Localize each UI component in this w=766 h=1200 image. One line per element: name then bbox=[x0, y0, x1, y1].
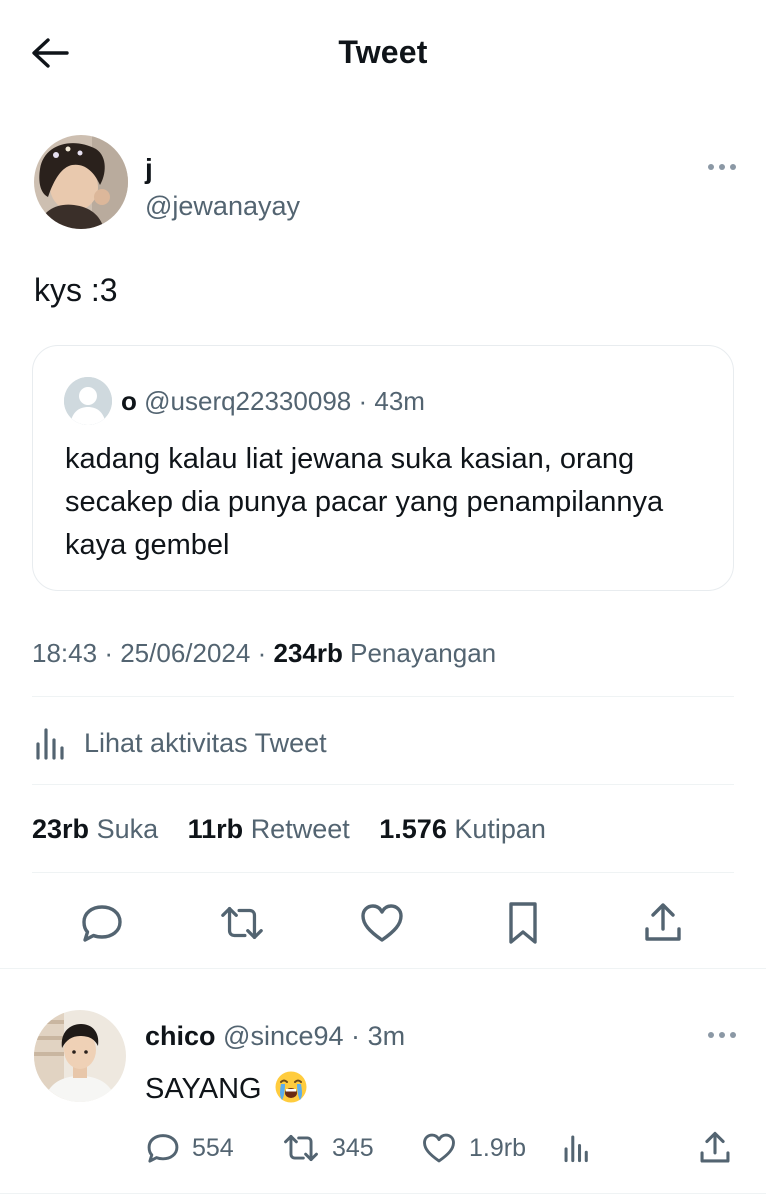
quote-text: kadang kalau liat jewana suka kasian, or… bbox=[65, 443, 664, 561]
reply-text: SAYANG bbox=[145, 1073, 262, 1105]
reply-share-button[interactable] bbox=[698, 1128, 732, 1168]
more-horizontal-icon bbox=[708, 1032, 736, 1038]
tweet-text: kys :3 bbox=[34, 272, 118, 308]
tweet-stats: 23rb Suka 11rb Retweet 1.576 Kutipan bbox=[32, 814, 568, 845]
reply-retweets-count: 345 bbox=[332, 1133, 374, 1162]
heart-icon bbox=[361, 904, 403, 942]
tweet-author: j @jewanayay bbox=[34, 135, 736, 235]
reply-retweet-button[interactable]: 345 bbox=[282, 1128, 374, 1168]
reply-tweet[interactable]: chico @since94 · 3m SAYANG 554 345 1.9rb bbox=[0, 1000, 766, 1200]
bookmark-button[interactable] bbox=[500, 900, 546, 946]
author-avatar[interactable] bbox=[34, 135, 128, 229]
reply-author-name[interactable]: chico bbox=[145, 1021, 216, 1051]
reply-header: chico @since94 · 3m bbox=[145, 1021, 405, 1052]
view-activity-link[interactable]: Lihat aktivitas Tweet bbox=[32, 718, 327, 768]
likes-label: Suka bbox=[96, 814, 159, 844]
divider bbox=[32, 696, 734, 697]
reply-author-handle[interactable]: @since94 bbox=[223, 1021, 343, 1051]
quotes-label: Kutipan bbox=[454, 814, 546, 844]
more-horizontal-icon bbox=[708, 164, 736, 170]
author-handle[interactable]: @jewanayay bbox=[145, 191, 300, 222]
retweets-stat[interactable]: 11rb Retweet bbox=[188, 814, 350, 845]
reply-reply-button[interactable]: 554 bbox=[146, 1128, 234, 1168]
bookmark-icon bbox=[509, 902, 537, 944]
reply-button[interactable] bbox=[79, 900, 125, 946]
reply-more-button[interactable] bbox=[706, 1025, 738, 1045]
like-button[interactable] bbox=[359, 900, 405, 946]
tweet-date: 25/06/2024 bbox=[120, 638, 251, 668]
tweet-timestamp: 18:43 · 25/06/2024 · 234rb Penayangan bbox=[32, 638, 496, 669]
activity-label: Lihat aktivitas Tweet bbox=[84, 727, 327, 758]
more-options-button[interactable] bbox=[706, 157, 738, 177]
share-button[interactable] bbox=[640, 900, 686, 946]
retweet-icon bbox=[221, 906, 263, 940]
retweets-label: Retweet bbox=[250, 814, 350, 844]
retweet-icon bbox=[284, 1134, 318, 1162]
reply-text-container: SAYANG bbox=[145, 1070, 308, 1106]
reply-time: 3m bbox=[367, 1021, 406, 1051]
quote-time: 43m bbox=[374, 386, 425, 416]
quote-author-name: o bbox=[121, 386, 137, 416]
quote-meta: o @userq22330098 · 43m bbox=[121, 386, 425, 417]
bar-chart-icon bbox=[564, 1135, 588, 1163]
reply-separator: · bbox=[351, 1021, 361, 1051]
quotes-stat[interactable]: 1.576 Kutipan bbox=[379, 814, 546, 845]
heart-icon bbox=[423, 1133, 455, 1163]
timestamp-separator: · bbox=[104, 638, 113, 668]
reply-likes-count: 1.9rb bbox=[469, 1133, 526, 1162]
top-bar: Tweet bbox=[0, 0, 766, 105]
timestamp-separator-2: · bbox=[257, 638, 267, 668]
loudly-crying-face-icon bbox=[275, 1071, 307, 1103]
retweet-button[interactable] bbox=[219, 900, 265, 946]
quoted-tweet[interactable]: o @userq22330098 · 43m kadang kalau liat… bbox=[32, 345, 734, 591]
reply-avatar[interactable] bbox=[34, 1010, 126, 1102]
divider bbox=[0, 968, 766, 969]
likes-stat[interactable]: 23rb Suka bbox=[32, 814, 158, 845]
default-avatar-icon bbox=[64, 377, 112, 425]
reply-like-button[interactable]: 1.9rb bbox=[421, 1128, 526, 1168]
reply-icon bbox=[82, 905, 122, 942]
quote-separator: · bbox=[358, 386, 368, 416]
reply-icon bbox=[147, 1134, 179, 1163]
views-count: 234rb bbox=[273, 638, 343, 668]
reply-replies-count: 554 bbox=[192, 1133, 234, 1162]
reply-analytics-button[interactable] bbox=[561, 1128, 593, 1168]
likes-count: 23rb bbox=[32, 814, 90, 844]
quotes-count: 1.576 bbox=[379, 814, 447, 844]
share-icon bbox=[700, 1131, 730, 1163]
quote-author-handle: @userq22330098 bbox=[144, 386, 352, 416]
divider bbox=[0, 1193, 766, 1194]
retweets-count: 11rb bbox=[187, 814, 244, 844]
author-name[interactable]: j bbox=[145, 153, 153, 185]
quote-avatar bbox=[64, 377, 112, 425]
share-icon bbox=[645, 903, 681, 941]
divider bbox=[32, 784, 734, 785]
page-title: Tweet bbox=[338, 34, 428, 70]
bar-chart-icon bbox=[36, 728, 64, 760]
divider bbox=[32, 872, 734, 873]
tweet-time: 18:43 bbox=[32, 638, 98, 668]
views-label: Penayangan bbox=[350, 638, 497, 668]
